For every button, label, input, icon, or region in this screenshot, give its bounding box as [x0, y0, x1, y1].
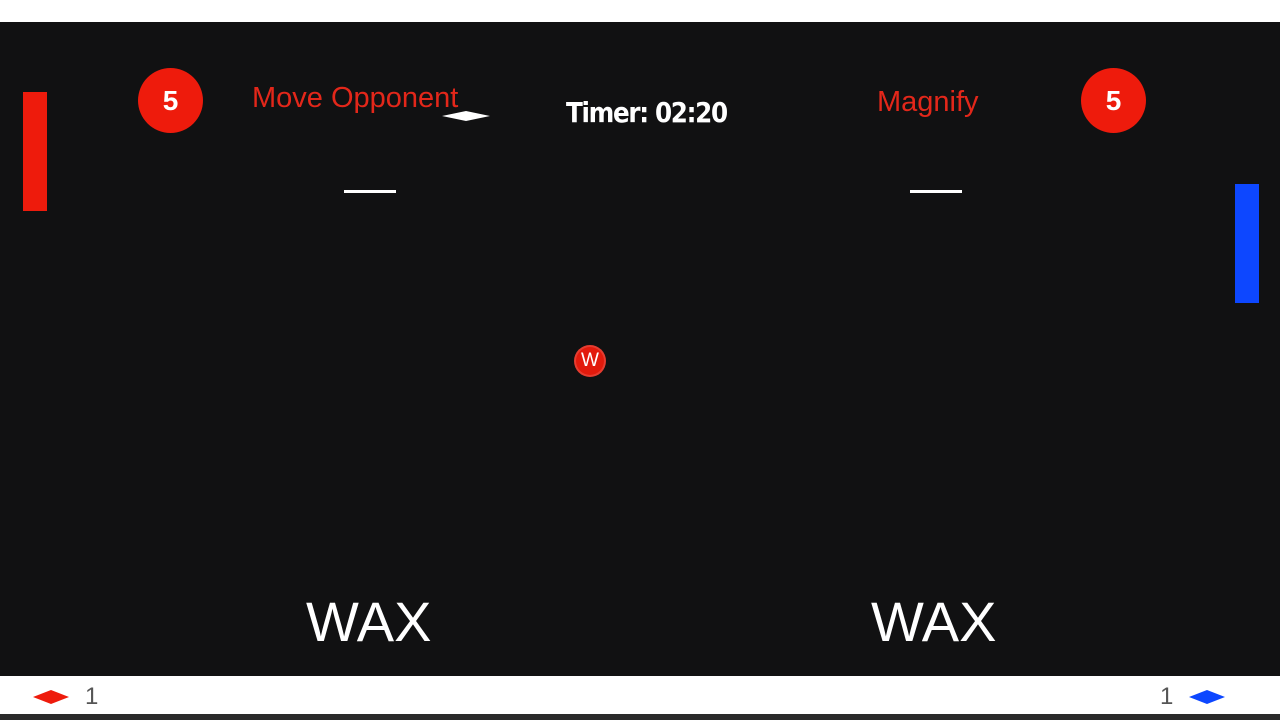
right-indicator-value: 1	[1160, 683, 1174, 710]
left-powerup-count: 5	[138, 68, 203, 133]
right-player-indicator: 1	[1160, 683, 1226, 711]
right-powerup-count: 5	[1081, 68, 1146, 133]
right-word-progress	[910, 190, 962, 193]
bottom-edge	[0, 714, 1280, 720]
left-word-progress	[344, 190, 396, 193]
left-indicator-value: 1	[85, 683, 99, 710]
left-target-word: WAX	[306, 590, 432, 653]
ball: W	[574, 345, 606, 377]
right-target-word: WAX	[871, 590, 997, 653]
red-diamond-icon	[33, 690, 69, 704]
left-player-indicator: 1	[33, 683, 98, 711]
status-bar: 1 1	[0, 676, 1280, 714]
right-paddle	[1235, 184, 1259, 303]
white-diamond-icon	[442, 111, 490, 121]
left-powerup-label: Move Opponent	[252, 82, 459, 114]
blue-diamond-icon	[1189, 690, 1226, 704]
left-paddle	[23, 92, 47, 211]
game-timer: Timer: 02:20	[566, 96, 728, 129]
top-bar	[0, 0, 1280, 22]
game-canvas: 5 5 Move Opponent Magnify Timer: 02:20 W…	[0, 22, 1280, 676]
right-powerup-label: Magnify	[877, 86, 979, 118]
